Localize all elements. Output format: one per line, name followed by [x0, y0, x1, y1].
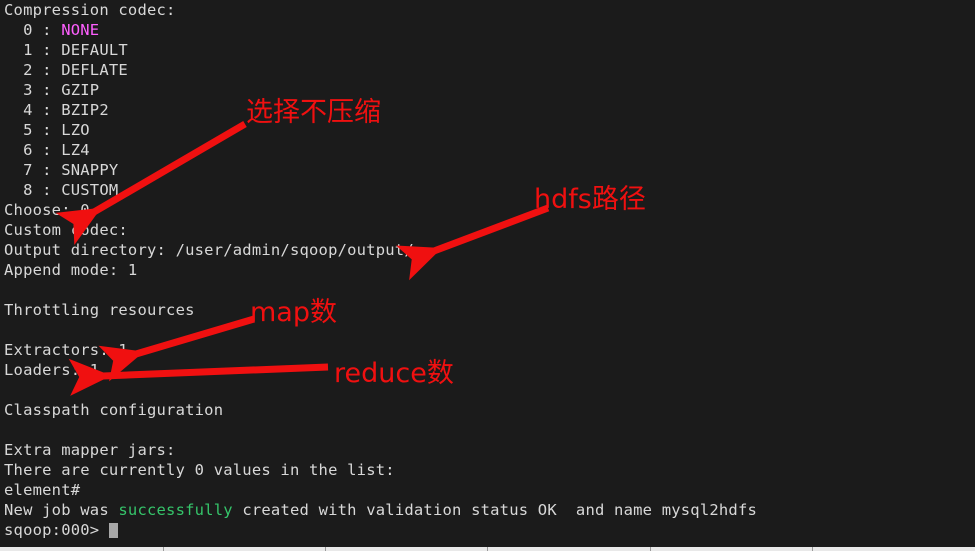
codec-option-2: 2 : DEFLATE [4, 61, 128, 79]
text-cursor[interactable] [108, 523, 118, 538]
codec-option-0: 0 : NONE [0, 20, 975, 40]
job-created-suffix: created with validation status OK and na… [232, 501, 758, 519]
strip-tick-1 [325, 547, 326, 551]
strip-tick-4 [812, 547, 813, 551]
strip-tick-2 [487, 547, 488, 551]
job-created-status-word: successfully [118, 501, 233, 519]
element-prompt: element# [4, 481, 81, 499]
codec-option-6: 6 : LZ4 [4, 141, 90, 159]
shell-prompt-label: sqoop:000> [4, 521, 100, 539]
codec-option-8: 8 : CUSTOM [4, 181, 119, 199]
shell-prompt-line[interactable]: sqoop:000> [0, 520, 975, 540]
output-directory-prompt: Output directory: /user/admin/sqoop/outp… [4, 241, 414, 259]
terminal-window: Compression codec: 0 : NONE 1 : DEFAULT … [0, 0, 975, 551]
codec-option-7: 7 : SNAPPY [4, 161, 119, 179]
job-created-prefix: New job was [4, 501, 119, 519]
codec-option-1: 1 : DEFAULT [4, 41, 128, 59]
choose-prompt: Choose: 0 [4, 201, 90, 219]
codec-option-0-value: NONE [61, 21, 100, 39]
window-bottom-strip [0, 547, 975, 551]
strip-tick-3 [650, 547, 651, 551]
extra-mapper-jars-header: Extra mapper jars: [4, 441, 176, 459]
codec-option-0-label: 0 : [4, 21, 62, 39]
terminal-output[interactable]: Compression codec: 0 : NONE 1 : DEFAULT … [0, 0, 975, 540]
compression-codec-header: Compression codec: [4, 1, 176, 19]
blank-1 [0, 280, 975, 300]
strip-tick-0 [163, 547, 164, 551]
custom-codec-prompt: Custom codec: [4, 221, 128, 239]
codec-option-5: 5 : LZO [4, 121, 90, 139]
codec-option-3: 3 : GZIP [4, 81, 100, 99]
list-count-line: There are currently 0 values in the list… [4, 461, 395, 479]
extractors-prompt: Extractors: 1 [4, 341, 128, 359]
blank-3 [0, 380, 975, 400]
append-mode-prompt: Append mode: 1 [4, 261, 138, 279]
blank-2 [0, 320, 975, 340]
throttling-resources-header: Throttling resources [4, 301, 195, 319]
codec-option-4: 4 : BZIP2 [4, 101, 109, 119]
loaders-prompt: Loaders: 1 [4, 361, 100, 379]
classpath-configuration-header: Classpath configuration [4, 401, 224, 419]
job-created-message: New job was successfully created with va… [0, 500, 975, 520]
blank-4 [0, 420, 975, 440]
